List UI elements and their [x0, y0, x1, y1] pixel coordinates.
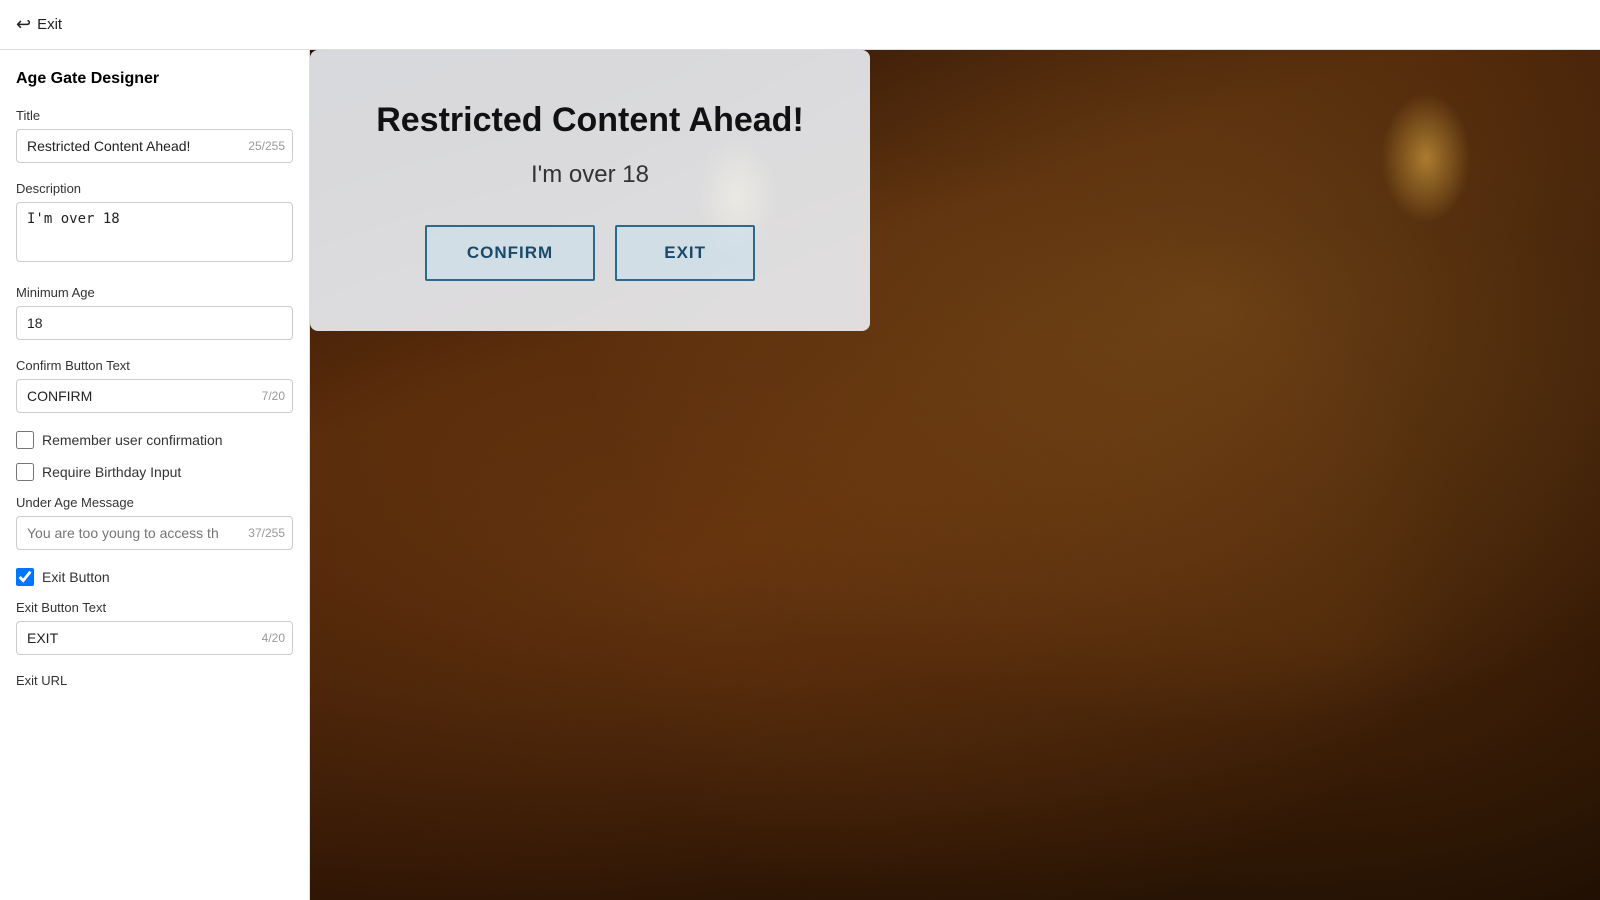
- sidebar-heading: Age Gate Designer: [16, 70, 293, 88]
- under-age-message-char-count: 37/255: [248, 526, 285, 540]
- exit-button-checkbox-label[interactable]: Exit Button: [42, 569, 110, 585]
- min-age-input[interactable]: [16, 306, 293, 340]
- confirm-button-text-input-wrapper: 7/20: [16, 379, 293, 413]
- exit-button[interactable]: ↩ Exit: [16, 14, 62, 35]
- title-char-count: 25/255: [248, 139, 285, 153]
- require-birthday-row: Require Birthday Input: [16, 463, 293, 481]
- remember-user-row: Remember user confirmation: [16, 431, 293, 449]
- remember-user-label[interactable]: Remember user confirmation: [42, 432, 223, 448]
- confirm-button-text-field-group: Confirm Button Text 7/20: [16, 358, 293, 413]
- require-birthday-label[interactable]: Require Birthday Input: [42, 464, 181, 480]
- preview-area: Restricted Content Ahead! I'm over 18 CO…: [310, 50, 1600, 900]
- confirm-button-text-input[interactable]: [16, 379, 293, 413]
- title-label: Title: [16, 108, 293, 123]
- bar-light-2: [1381, 93, 1471, 223]
- exit-button-checkbox[interactable]: [16, 568, 34, 586]
- exit-label: Exit: [37, 16, 62, 33]
- modal-confirm-button[interactable]: CONFIRM: [425, 225, 595, 281]
- description-label: Description: [16, 181, 293, 196]
- exit-button-text-label: Exit Button Text: [16, 600, 293, 615]
- modal-description: I'm over 18: [370, 161, 810, 189]
- under-age-message-label: Under Age Message: [16, 495, 293, 510]
- exit-button-row: Exit Button: [16, 568, 293, 586]
- exit-button-char-count: 4/20: [262, 631, 285, 645]
- description-field-group: Description: [16, 181, 293, 267]
- require-birthday-checkbox[interactable]: [16, 463, 34, 481]
- exit-icon: ↩: [16, 14, 31, 35]
- confirm-button-char-count: 7/20: [262, 389, 285, 403]
- min-age-input-wrapper: [16, 306, 293, 340]
- exit-button-text-input[interactable]: [16, 621, 293, 655]
- description-input[interactable]: [16, 202, 293, 262]
- under-age-message-field-group: Under Age Message 37/255: [16, 495, 293, 550]
- sidebar: Age Gate Designer Title 25/255 Descripti…: [0, 50, 310, 900]
- min-age-label: Minimum Age: [16, 285, 293, 300]
- exit-url-label: Exit URL: [16, 673, 293, 688]
- title-field-group: Title 25/255: [16, 108, 293, 163]
- remember-user-checkbox[interactable]: [16, 431, 34, 449]
- exit-button-text-input-wrapper: 4/20: [16, 621, 293, 655]
- exit-url-field-group: Exit URL: [16, 673, 293, 688]
- top-bar: ↩ Exit: [0, 0, 1600, 50]
- modal-title: Restricted Content Ahead!: [370, 100, 810, 141]
- confirm-button-text-label: Confirm Button Text: [16, 358, 293, 373]
- age-gate-modal: Restricted Content Ahead! I'm over 18 CO…: [310, 50, 870, 331]
- modal-buttons: CONFIRM EXIT: [370, 225, 810, 281]
- title-input-wrapper: 25/255: [16, 129, 293, 163]
- under-age-message-input-wrapper: 37/255: [16, 516, 293, 550]
- min-age-field-group: Minimum Age: [16, 285, 293, 340]
- exit-button-text-field-group: Exit Button Text 4/20: [16, 600, 293, 655]
- modal-exit-button[interactable]: EXIT: [615, 225, 755, 281]
- main-layout: Age Gate Designer Title 25/255 Descripti…: [0, 50, 1600, 900]
